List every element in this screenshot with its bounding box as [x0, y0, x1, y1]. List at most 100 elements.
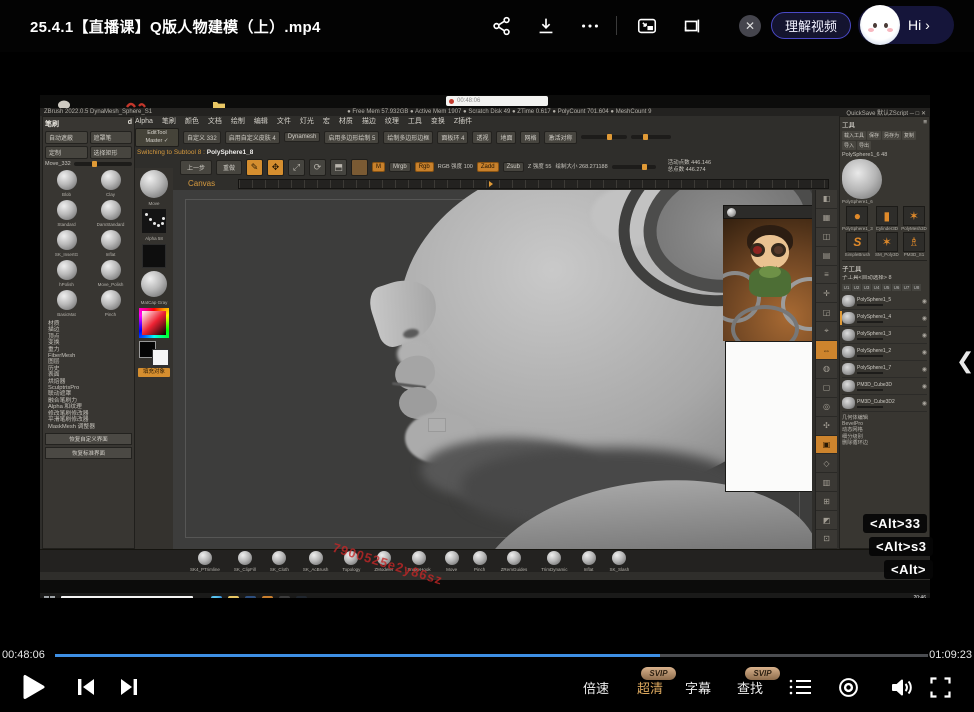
next-button[interactable]	[118, 676, 140, 698]
brush-thumbnail[interactable]: DamStandard	[89, 199, 132, 228]
gizmo-move-button[interactable]: ✥	[267, 159, 284, 176]
fill-object-button[interactable]: 填充对象	[138, 368, 170, 377]
explorer-icon[interactable]	[228, 596, 239, 599]
strip-icon[interactable]: ✛	[816, 284, 837, 303]
edittool-master-button[interactable]: EditToolMaster ✓	[135, 128, 179, 147]
color-picker[interactable]	[139, 308, 169, 338]
zbrush-menu-item[interactable]: Alpha	[135, 118, 153, 125]
visibility-eye-icon[interactable]: ◉	[922, 400, 927, 407]
shelf-brush[interactable]: SK_AcBrush	[303, 551, 329, 572]
shelf-button[interactable]: 启用自定义皮肤 4	[225, 131, 280, 144]
zbrush-menu-item[interactable]: 文档	[208, 116, 222, 126]
tool-panel-button[interactable]: 另存为	[882, 131, 901, 140]
tool-panel-button[interactable]: 复制	[902, 131, 916, 140]
current-alpha-thumbnail[interactable]	[142, 209, 166, 233]
subtool-row[interactable]: PolySphere1_2 ◉	[842, 344, 927, 361]
strip-icon[interactable]: ⊞	[816, 492, 837, 511]
tool-panel-button[interactable]: 载入工具	[842, 131, 866, 140]
palette-corner[interactable]: d	[128, 119, 132, 129]
brush-thumbnail[interactable]: Inflat	[89, 229, 132, 258]
shelf-button[interactable]: 激活对称	[544, 131, 576, 144]
reference-panel-header[interactable]	[723, 205, 812, 219]
shelf-button[interactable]: 绘制多边形边框	[383, 131, 433, 144]
shelf-button[interactable]: 网格	[520, 131, 540, 144]
zbrush-menu-item[interactable]: 颜色	[185, 116, 199, 126]
zbrush-menu-item[interactable]: 描边	[362, 116, 376, 126]
subtitle-button[interactable]: 字幕	[685, 678, 711, 697]
tool-panel-button[interactable]: 保存	[867, 131, 881, 140]
strip-icon[interactable]: ▦	[816, 209, 837, 228]
tool-thumbnail[interactable]: ♗ PM3D_S1	[901, 232, 927, 257]
palette-footer-button[interactable]: 恢复标准界面	[45, 447, 132, 459]
strip-icon[interactable]: ◫	[816, 228, 837, 247]
shelf-brush[interactable]: Move	[445, 551, 459, 572]
tool-panel-section[interactable]: 删除循环边	[842, 440, 927, 446]
shelf-brush[interactable]: Pinch	[473, 551, 487, 572]
shelf-brush[interactable]: ZRemGuides	[501, 551, 528, 572]
visibility-eye-icon[interactable]: ◉	[922, 383, 927, 390]
tool-panel-button[interactable]: 导出	[857, 141, 871, 150]
zbrush-menu-item[interactable]: 变换	[431, 116, 445, 126]
speed-button[interactable]: 倍速	[583, 678, 609, 697]
progress-bar[interactable]	[55, 654, 928, 657]
fullscreen-icon[interactable]	[930, 677, 951, 698]
strip-icon[interactable]: ✣	[816, 417, 837, 436]
shelf-button[interactable]: 面板环 4	[437, 131, 468, 144]
visibility-eye-icon[interactable]: ◉	[922, 332, 927, 339]
volume-icon[interactable]	[890, 677, 914, 698]
subtool-row[interactable]: PolySphere1_7 ◉	[842, 361, 927, 378]
strip-icon[interactable]: ▢	[816, 379, 837, 398]
strip-icon[interactable]: ◧	[816, 190, 837, 209]
zbrush-task-icon[interactable]: Z	[296, 596, 307, 599]
brush-thumbnail[interactable]: Pinch	[89, 289, 132, 318]
subtool-tab[interactable]: U2	[852, 284, 861, 291]
edge-icon[interactable]	[211, 596, 222, 599]
strip-icon[interactable]: ◍	[816, 360, 837, 379]
subtool-tab[interactable]: U6	[892, 284, 901, 291]
understand-video-button[interactable]: 理解视频	[771, 12, 851, 39]
visibility-eye-icon[interactable]: ◉	[922, 349, 927, 356]
subtool-tab[interactable]: U5	[882, 284, 891, 291]
shelf-button[interactable]: 启用多边形绘制 5	[324, 131, 379, 144]
subtool-row[interactable]: PolySphere1_4 ◉	[842, 310, 927, 327]
zbrush-menu-item[interactable]: 灯光	[300, 116, 314, 126]
shelf-button[interactable]: 透视	[472, 131, 492, 144]
zbrush-menu-item[interactable]: 纹理	[385, 116, 399, 126]
video-frame[interactable]: 00:48:06 ZBrush 2022.0.5 DynaMesh_Sphere…	[40, 95, 930, 598]
brush-thumbnail[interactable]: hPolish	[45, 259, 88, 288]
strip-icon[interactable]: ⊡	[816, 530, 837, 549]
zbrush-menu-item[interactable]: Z插件	[454, 116, 472, 126]
zbrush-menu-item[interactable]: 工具	[408, 116, 422, 126]
weather-text[interactable]: 12°C 小雨	[857, 597, 882, 598]
taskbar-clock[interactable]: 20:462022/3/2	[907, 595, 926, 598]
palette-button[interactable]: 自动遮蔽	[45, 131, 88, 144]
cast-icon[interactable]	[679, 13, 705, 39]
close-icon[interactable]: ✕	[739, 15, 761, 37]
strip-icon[interactable]: ◲	[816, 303, 837, 322]
zsub-toggle[interactable]: Zsub	[503, 162, 524, 172]
tool-thumbnail[interactable]: S SimpleBrush	[842, 232, 873, 257]
shelf-button[interactable]: 自定义 332	[183, 131, 221, 144]
scale-button[interactable]: ⤢	[288, 159, 305, 176]
redo-button[interactable]: 重做	[216, 160, 242, 175]
current-tool-row[interactable]: PolySphere1_6 48	[842, 152, 927, 159]
color-swatches[interactable]	[139, 341, 169, 365]
subtool-row[interactable]: PolySphere1_3 ◉	[842, 327, 927, 344]
shelf-slider[interactable]	[581, 135, 627, 139]
shelf-button[interactable]: 地面	[496, 131, 516, 144]
shelf-brush[interactable]: SK4_PTrimline	[190, 551, 220, 572]
strip-icon[interactable]: ◎	[816, 398, 837, 417]
zbrush-window-buttons[interactable]: QuickSave 默认ZScript ─ □ ✕	[846, 108, 926, 116]
store-icon[interactable]: ▦	[245, 596, 256, 599]
current-material-icon[interactable]	[141, 271, 167, 297]
m-toggle[interactable]: M	[372, 162, 385, 172]
subtool-row[interactable]: PM3D_Cube3D ◉	[842, 378, 927, 395]
download-icon[interactable]	[533, 13, 559, 39]
tool-panel-button[interactable]: 导入	[842, 141, 856, 150]
undo-button[interactable]: 上一步	[180, 160, 212, 175]
more-icon[interactable]	[577, 13, 603, 39]
subtool-tab[interactable]: U3	[862, 284, 871, 291]
brush-thumbnail[interactable]: Move_Polish	[89, 259, 132, 288]
canvas-tab[interactable]: Canvas	[188, 179, 215, 188]
zbrush-menu-item[interactable]: 编辑	[254, 116, 268, 126]
